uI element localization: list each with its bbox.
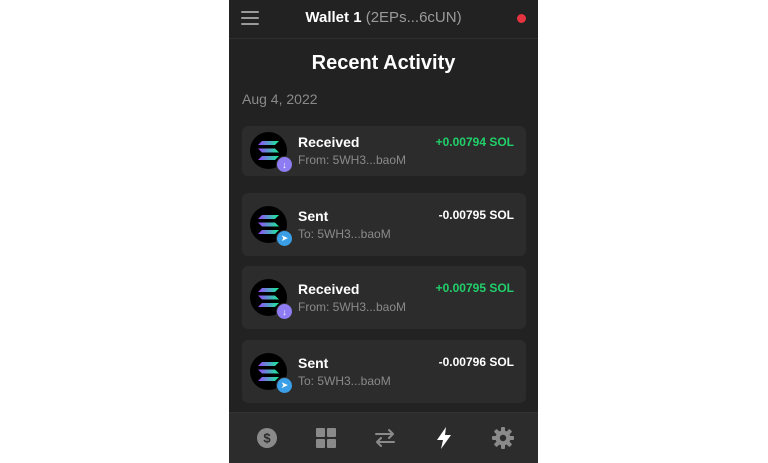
arrow-down-icon: ↓ bbox=[276, 303, 293, 320]
transaction-amount: -0.00795 SOL bbox=[438, 208, 514, 222]
dollar-icon[interactable]: $ bbox=[255, 426, 279, 450]
header: Wallet 1 (2EPs...6cUN) bbox=[229, 0, 538, 39]
hamburger-menu-icon[interactable] bbox=[241, 11, 259, 25]
date-label: Aug 4, 2022 bbox=[242, 91, 318, 107]
transaction-counterparty: To: 5WH3...baoM bbox=[298, 227, 391, 241]
lightning-icon[interactable] bbox=[432, 426, 456, 450]
transaction-type: Received bbox=[298, 134, 360, 150]
transaction-counterparty: From: 5WH3...baoM bbox=[298, 153, 407, 167]
wallet-app: Wallet 1 (2EPs...6cUN) Recent Activity A… bbox=[229, 0, 538, 463]
transaction-type: Received bbox=[298, 281, 360, 297]
wallet-address: (2EPs...6cUN) bbox=[365, 9, 462, 26]
transaction-amount: -0.00796 SOL bbox=[438, 355, 514, 369]
wallet-name: Wallet 1 bbox=[305, 9, 362, 26]
send-icon: ➤ bbox=[276, 377, 293, 394]
transaction-row[interactable]: ↓ Received From: 5WH3...baoM +0.00794 SO… bbox=[242, 126, 526, 176]
gear-icon[interactable] bbox=[491, 426, 515, 450]
arrow-down-icon: ↓ bbox=[276, 156, 293, 173]
transaction-amount: +0.00795 SOL bbox=[435, 281, 514, 295]
transaction-amount: +0.00794 SOL bbox=[435, 135, 514, 149]
svg-text:$: $ bbox=[263, 431, 271, 446]
page-title: Recent Activity bbox=[311, 52, 456, 74]
transaction-counterparty: From: 5WH3...baoM bbox=[298, 300, 407, 314]
wallet-selector[interactable]: Wallet 1 (2EPs...6cUN) bbox=[269, 9, 498, 26]
bottom-nav: $ bbox=[229, 412, 538, 463]
swap-icon[interactable] bbox=[373, 426, 397, 450]
transaction-row[interactable]: ➤ Sent To: 5WH3...baoM -0.00796 SOL bbox=[242, 340, 526, 403]
grid-icon[interactable] bbox=[314, 426, 338, 450]
transaction-type: Sent bbox=[298, 355, 329, 371]
send-icon: ➤ bbox=[276, 230, 293, 247]
connection-status-dot bbox=[517, 14, 526, 23]
transaction-row[interactable]: ↓ Received From: 5WH3...baoM +0.00795 SO… bbox=[242, 266, 526, 329]
transaction-type: Sent bbox=[298, 208, 329, 224]
transaction-counterparty: To: 5WH3...baoM bbox=[298, 374, 391, 388]
transaction-row[interactable]: ➤ Sent To: 5WH3...baoM -0.00795 SOL bbox=[242, 193, 526, 256]
